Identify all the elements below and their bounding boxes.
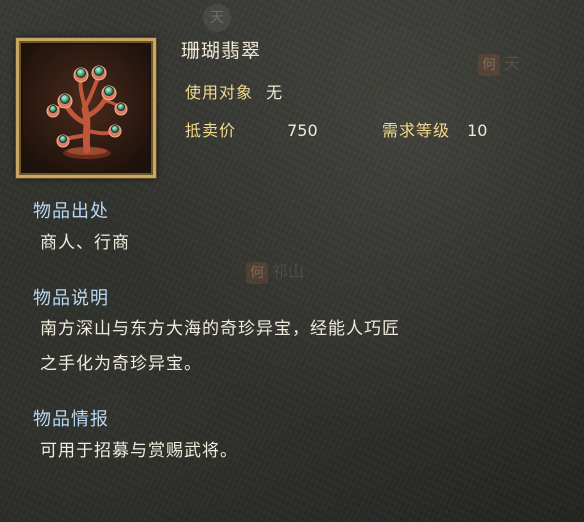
coral-jade-icon	[23, 45, 149, 171]
map-seal-icon: 何	[478, 54, 500, 76]
description-line-2: 之手化为奇珍异宝。	[40, 354, 202, 374]
description-heading: 物品说明	[33, 288, 109, 309]
map-label-qishan: 何祁山	[246, 258, 304, 284]
target-row: 使用对象 无	[185, 79, 282, 103]
origin-text: 商人、行商	[40, 233, 130, 253]
map-marker-circle: 天	[203, 4, 231, 32]
level-value: 10	[467, 121, 488, 140]
price-value: 750	[287, 121, 318, 140]
description-line-1: 南方深山与东方大海的奇珍异宝，经能人巧匠	[40, 319, 400, 339]
level-row: 需求等级 10	[382, 117, 487, 141]
map-label-tian: 何天	[478, 50, 520, 76]
map-marker-circle-text: 天	[210, 10, 224, 26]
level-label: 需求等级	[382, 121, 451, 140]
map-label-tian-text: 天	[504, 54, 521, 73]
map-label-qishan-text: 祁山	[272, 262, 305, 281]
price-row: 抵卖价 750	[185, 117, 318, 141]
target-label: 使用对象	[185, 83, 254, 102]
map-seal-icon: 何	[246, 262, 268, 284]
target-value: 无	[266, 83, 283, 102]
info-heading: 物品情报	[33, 409, 109, 430]
item-name: 珊瑚翡翠	[181, 40, 262, 62]
origin-heading: 物品出处	[33, 201, 109, 222]
item-icon-frame	[15, 37, 157, 179]
item-tooltip-panel: 天 何天 何祁山 珊瑚翡翠 使用对象 无 抵卖价 750 需求等级 10 物品出…	[0, 0, 584, 522]
info-text: 可用于招募与赏赐武将。	[40, 441, 238, 461]
price-label: 抵卖价	[185, 121, 237, 140]
